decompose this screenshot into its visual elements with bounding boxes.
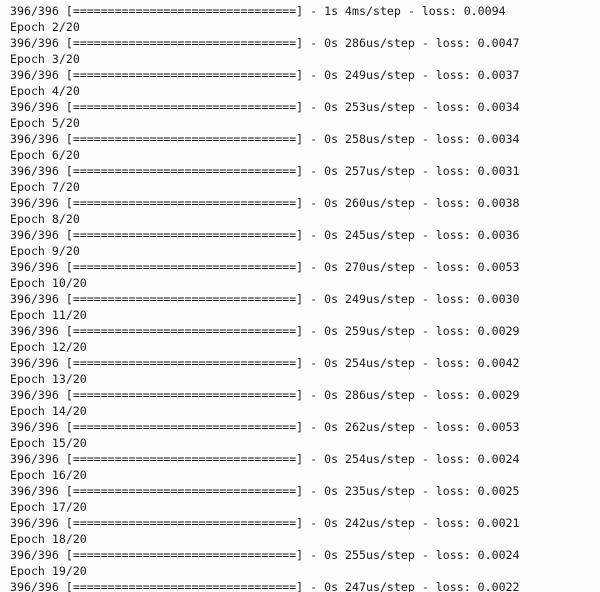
progress-bar-line: 396/396 [===============================…	[10, 356, 520, 370]
progress-bar-line: 396/396 [===============================…	[10, 516, 520, 530]
progress-bar-line: 396/396 [===============================…	[10, 132, 520, 146]
epoch-header-line: Epoch 5/20	[10, 116, 80, 130]
epoch-header-line: Epoch 10/20	[10, 276, 87, 290]
epoch-header-line: Epoch 19/20	[10, 564, 87, 578]
epoch-header-line: Epoch 3/20	[10, 52, 80, 66]
epoch-header-line: Epoch 6/20	[10, 148, 80, 162]
progress-bar-line: 396/396 [===============================…	[10, 420, 520, 434]
progress-bar-line: 396/396 [===============================…	[10, 100, 520, 114]
log-line-list: 396/396 [===============================…	[10, 3, 600, 592]
epoch-header-line: Epoch 11/20	[10, 308, 87, 322]
progress-bar-line: 396/396 [===============================…	[10, 68, 520, 82]
progress-bar-line: 396/396 [===============================…	[10, 324, 520, 338]
progress-bar-line: 396/396 [===============================…	[10, 196, 520, 210]
epoch-header-line: Epoch 7/20	[10, 180, 80, 194]
progress-bar-line: 396/396 [===============================…	[10, 388, 520, 402]
epoch-header-line: Epoch 14/20	[10, 404, 87, 418]
progress-bar-line: 396/396 [===============================…	[10, 36, 520, 50]
progress-bar-line: 396/396 [===============================…	[10, 164, 520, 178]
progress-bar-line: 396/396 [===============================…	[10, 228, 520, 242]
terminal-output-pane[interactable]: 396/396 [===============================…	[0, 0, 600, 592]
epoch-header-line: Epoch 16/20	[10, 468, 87, 482]
progress-bar-line: 396/396 [===============================…	[10, 4, 506, 18]
epoch-header-line: Epoch 15/20	[10, 436, 87, 450]
progress-bar-line: 396/396 [===============================…	[10, 260, 520, 274]
epoch-header-line: Epoch 4/20	[10, 84, 80, 98]
epoch-header-line: Epoch 13/20	[10, 372, 87, 386]
progress-line-clipped: 396/396 [===============================…	[10, 580, 520, 592]
epoch-header-line: Epoch 9/20	[10, 244, 80, 258]
epoch-header-line: Epoch 12/20	[10, 340, 87, 354]
epoch-header-line: Epoch 8/20	[10, 212, 80, 226]
progress-bar-line: 396/396 [===============================…	[10, 484, 520, 498]
epoch-header-line: Epoch 17/20	[10, 500, 87, 514]
epoch-header-line: Epoch 2/20	[10, 20, 80, 34]
progress-bar-line: 396/396 [===============================…	[10, 452, 520, 466]
epoch-header-line: Epoch 18/20	[10, 532, 87, 546]
progress-bar-line: 396/396 [===============================…	[10, 292, 520, 306]
progress-bar-line: 396/396 [===============================…	[10, 548, 520, 562]
